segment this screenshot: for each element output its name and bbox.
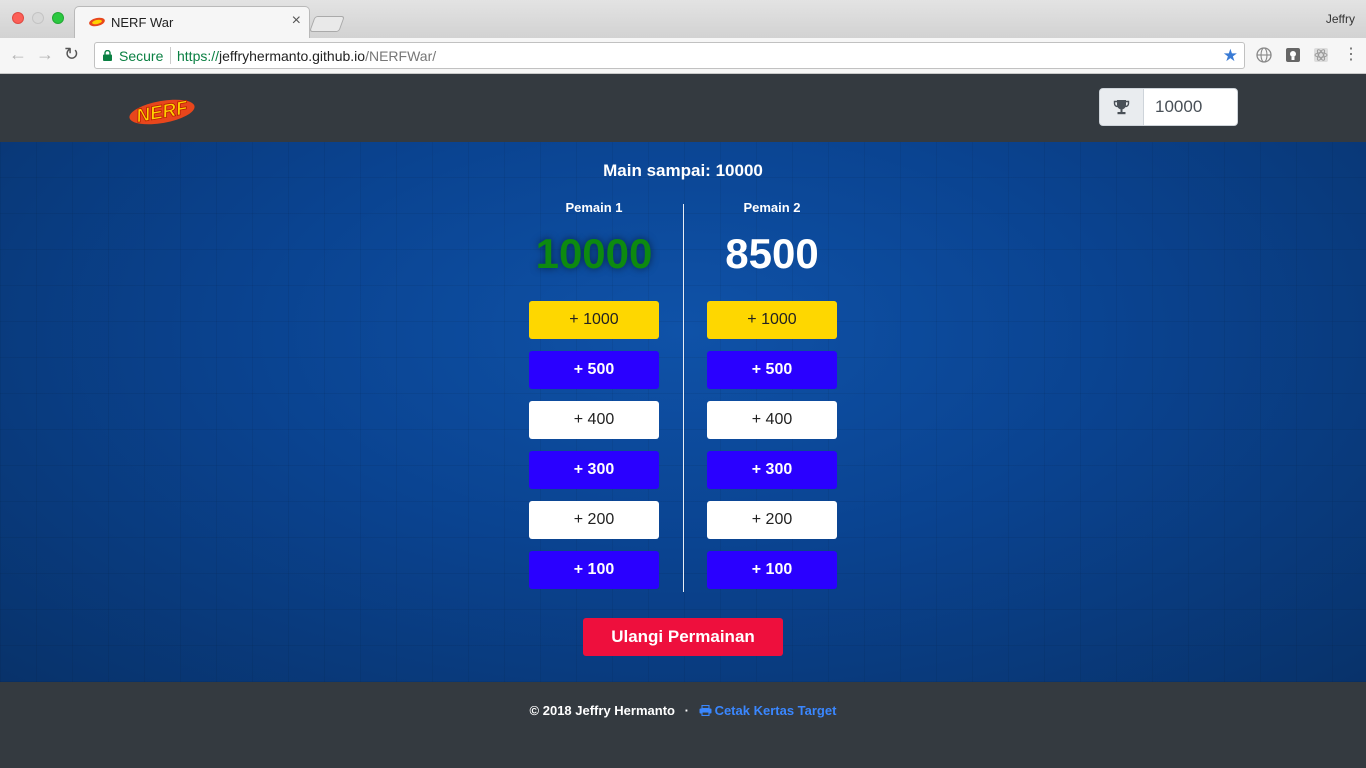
print-target-label: Cetak Kertas Target [714,703,837,718]
game-area: Main sampai: 10000 Pemain 1 10000 + 1000… [0,142,1366,682]
goal-line: Main sampai: 10000 [0,161,1366,181]
tab-title: NERF War [111,15,174,30]
player-2-add-500-button[interactable]: + 500 [707,351,837,389]
goal-label: Main sampai: [603,161,711,180]
player-2-add-300-button[interactable]: + 300 [707,451,837,489]
browser-menu-icon[interactable]: ⋮ [1343,46,1359,64]
address-bar[interactable]: Secure https://jeffryhermanto.github.io/… [94,42,1245,69]
lock-icon [103,50,112,61]
site-footer: © 2018 Jeffry Hermanto · Cetak Kertas Ta… [0,682,1366,768]
player-1-add-1000-button[interactable]: + 1000 [529,301,659,339]
print-target-link[interactable]: Cetak Kertas Target [699,703,837,718]
react-extension-icon[interactable] [1313,47,1329,63]
omnibox-divider [170,47,171,64]
player-1-name: Pemain 1 [565,200,623,215]
keep-extension-icon[interactable] [1285,47,1301,63]
footer-line: © 2018 Jeffry Hermanto · Cetak Kertas Ta… [0,703,1366,718]
bookmark-star-icon[interactable]: ★ [1223,46,1238,66]
tab-close-icon[interactable]: × [292,12,301,30]
browser-toolbar: ← → ↻ Secure https://jeffryhermanto.gith… [0,38,1366,74]
player-2-score: 8500 [725,230,819,277]
nerf-favicon-icon [89,17,105,27]
url-text: https://jeffryhermanto.github.io/NERFWar… [177,48,436,64]
minimize-window-button[interactable] [32,12,44,24]
trophy-icon [1113,100,1130,115]
globe-extension-icon[interactable] [1256,47,1272,63]
forward-arrow-icon[interactable]: → [36,44,54,64]
url-host: jeffryhermanto.github.io [219,48,366,64]
close-window-button[interactable] [12,12,24,24]
goal-value: 10000 [715,161,763,180]
player-1-panel: Pemain 1 10000 + 1000 + 500 + 400 + 300 … [529,200,659,589]
url-path: /NERFWar/ [365,48,437,64]
reset-game-button[interactable]: Ulangi Permainan [583,618,783,656]
player-2-panel: Pemain 2 8500 + 1000 + 500 + 400 + 300 +… [707,200,837,589]
target-addon [1100,89,1144,125]
printer-icon [699,705,712,716]
target-score-input[interactable] [1144,89,1237,125]
player-2-add-100-button[interactable]: + 100 [707,551,837,589]
player-1-score: 10000 [535,230,653,277]
player-1-add-100-button[interactable]: + 100 [529,551,659,589]
player-1-add-300-button[interactable]: + 300 [529,451,659,489]
secure-label: Secure [119,48,164,64]
browser-tab[interactable]: NERF War × [74,6,310,38]
reload-icon[interactable]: ↻ [64,44,79,64]
target-score-group [1099,88,1238,126]
player-2-name: Pemain 2 [743,200,801,215]
player-2-add-200-button[interactable]: + 200 [707,501,837,539]
svg-text:NERF: NERF [135,97,191,127]
footer-separator: · [684,703,689,718]
player-1-add-500-button[interactable]: + 500 [529,351,659,389]
nerf-logo[interactable]: NERF [128,95,196,127]
browser-tab-bar: NERF War × Jeffry [0,0,1366,38]
back-arrow-icon[interactable]: ← [9,44,27,64]
player-2-add-400-button[interactable]: + 400 [707,401,837,439]
maximize-window-button[interactable] [52,12,64,24]
site-navbar: NERF [0,75,1366,142]
profile-name[interactable]: Jeffry [1326,12,1355,26]
player-1-add-400-button[interactable]: + 400 [529,401,659,439]
copyright-text: © 2018 Jeffry Hermanto [529,703,675,718]
player-1-add-200-button[interactable]: + 200 [529,501,659,539]
player-2-add-1000-button[interactable]: + 1000 [707,301,837,339]
url-scheme: https:// [177,48,220,64]
new-tab-button[interactable] [309,16,345,32]
